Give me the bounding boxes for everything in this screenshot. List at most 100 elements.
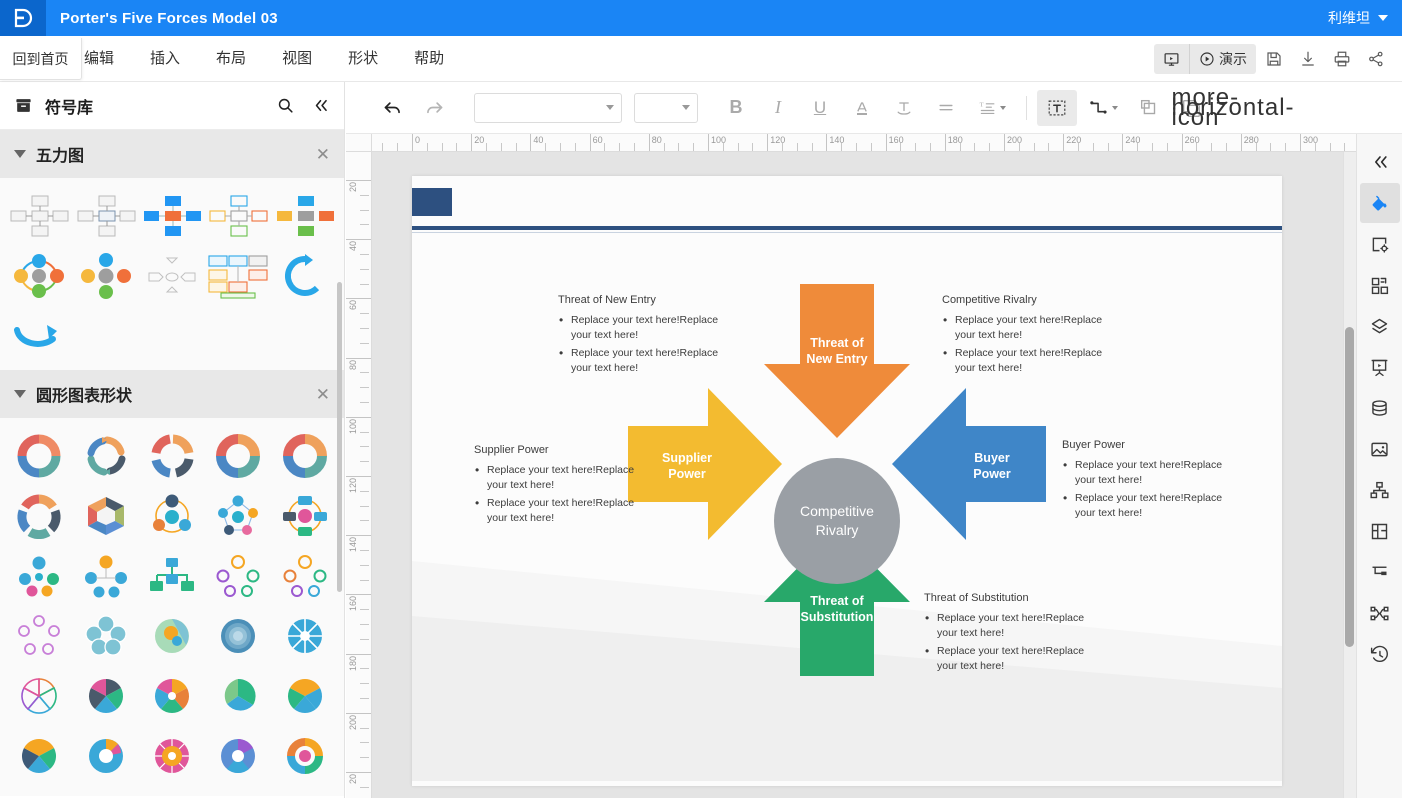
font-color-button[interactable] <box>842 90 882 126</box>
menu-item-insert[interactable]: 插入 <box>132 36 198 82</box>
library-scrollbar[interactable] <box>337 282 342 592</box>
bring-forward-button[interactable] <box>1129 90 1169 126</box>
vertical-ruler[interactable]: 20 40 60 80 100 120 140 160 180 200 20 <box>346 152 372 798</box>
text-block-buyer-power[interactable]: Buyer Power Replace your text here!Repla… <box>1062 439 1242 524</box>
collapse-library-button[interactable] <box>311 96 330 115</box>
shape-item[interactable] <box>272 486 338 546</box>
shape-item[interactable] <box>139 246 205 306</box>
shape-item[interactable] <box>72 726 138 786</box>
mindmap-panel-button[interactable] <box>1360 593 1400 633</box>
shape-item[interactable] <box>6 246 72 306</box>
shape-item[interactable] <box>205 486 271 546</box>
document-page[interactable]: Competitive Rivalry Threat of New Entry Su… <box>412 176 1282 786</box>
line-spacing-button[interactable]: T <box>968 90 1016 126</box>
collapse-right-panel-button[interactable] <box>1360 142 1400 182</box>
canvas-scrollbar-track[interactable] <box>1343 152 1356 798</box>
undo-button[interactable] <box>372 90 412 126</box>
library-group-header-five-forces[interactable]: 五力图 ✕ <box>0 130 344 178</box>
data-panel-button[interactable] <box>1360 388 1400 428</box>
shape-item[interactable] <box>139 546 205 606</box>
shape-item[interactable] <box>272 726 338 786</box>
shape-item[interactable] <box>72 606 138 666</box>
shape-item[interactable] <box>139 426 205 486</box>
shape-item[interactable] <box>272 426 338 486</box>
shape-item[interactable] <box>139 186 205 246</box>
shape-item[interactable] <box>6 306 72 366</box>
present-button[interactable]: 演示 <box>1189 44 1256 74</box>
menu-item-layout[interactable]: 布局 <box>198 36 264 82</box>
shape-item[interactable] <box>139 666 205 726</box>
connector-panel-button[interactable] <box>1360 552 1400 592</box>
align-button[interactable] <box>926 90 966 126</box>
horizontal-ruler[interactable]: 0 20 40 60 80 100 120 140 160 180 200 220 240 260 280 3… <box>372 134 1356 152</box>
user-menu[interactable]: 利维坦 <box>1328 0 1388 36</box>
app-logo[interactable] <box>0 0 46 36</box>
shape-item[interactable] <box>205 546 271 606</box>
shape-item[interactable] <box>72 426 138 486</box>
shape-item[interactable] <box>6 546 72 606</box>
shape-item[interactable] <box>205 726 271 786</box>
more-options-button[interactable]: more-horizontal-icon <box>1171 85 1293 129</box>
print-button[interactable] <box>1326 44 1358 74</box>
menu-item-view[interactable]: 视图 <box>264 36 330 82</box>
underline-button[interactable]: U <box>800 90 840 126</box>
shape-item[interactable] <box>205 246 271 306</box>
shape-item[interactable] <box>272 606 338 666</box>
shape-item[interactable] <box>139 606 205 666</box>
text-block-competitive-rivalry[interactable]: Competitive Rivalry Replace your text he… <box>942 294 1122 379</box>
italic-button[interactable]: I <box>758 90 798 126</box>
font-size-select[interactable] <box>634 92 698 123</box>
shape-settings-panel-button[interactable] <box>1360 224 1400 264</box>
shape-item[interactable] <box>6 666 72 726</box>
shape-item[interactable] <box>205 606 271 666</box>
close-icon[interactable]: ✕ <box>316 146 330 163</box>
text-block-threat-substitution[interactable]: Threat of Substitution Replace your text… <box>924 592 1104 677</box>
menu-item-help[interactable]: 帮助 <box>396 36 462 82</box>
canvas-background[interactable]: Competitive Rivalry Threat of New Entry Su… <box>372 152 1356 798</box>
shape-item[interactable] <box>272 666 338 726</box>
connector-button[interactable] <box>1079 90 1127 126</box>
redo-button[interactable] <box>414 90 454 126</box>
shape-item[interactable] <box>6 426 72 486</box>
text-box-button[interactable] <box>1037 89 1077 126</box>
canvas-scrollbar-thumb[interactable] <box>1345 327 1354 647</box>
floorplan-panel-button[interactable] <box>1360 511 1400 551</box>
text-block-supplier-power[interactable]: Supplier Power Replace your text here!Re… <box>474 444 646 529</box>
font-family-select[interactable] <box>474 92 622 123</box>
close-icon[interactable]: ✕ <box>316 386 330 403</box>
shape-item[interactable] <box>272 186 338 246</box>
center-circle[interactable]: Competitive Rivalry <box>774 458 900 584</box>
library-group-header-circular-charts[interactable]: 圆形图表形状 ✕ <box>0 370 344 418</box>
shape-item[interactable] <box>205 186 271 246</box>
shape-item[interactable] <box>139 486 205 546</box>
history-panel-button[interactable] <box>1360 634 1400 674</box>
org-chart-panel-button[interactable] <box>1360 470 1400 510</box>
fill-style-panel-button[interactable] <box>1359 183 1400 223</box>
layers-panel-button[interactable] <box>1360 306 1400 346</box>
shape-item[interactable] <box>72 666 138 726</box>
slideshow-button[interactable] <box>1154 44 1189 74</box>
shape-item[interactable] <box>72 546 138 606</box>
shape-item[interactable] <box>272 546 338 606</box>
share-button[interactable] <box>1360 44 1392 74</box>
components-panel-button[interactable] <box>1360 265 1400 305</box>
shape-item[interactable] <box>139 726 205 786</box>
shape-item[interactable] <box>6 486 72 546</box>
image-panel-button[interactable] <box>1360 429 1400 469</box>
search-button[interactable] <box>276 96 295 115</box>
shape-item[interactable] <box>6 606 72 666</box>
menu-item-shape[interactable]: 形状 <box>330 36 396 82</box>
text-block-threat-new-entry[interactable]: Threat of New Entry Replace your text he… <box>558 294 730 379</box>
shape-item[interactable] <box>205 666 271 726</box>
download-button[interactable] <box>1292 44 1324 74</box>
save-button[interactable] <box>1258 44 1290 74</box>
curved-text-button[interactable] <box>884 90 924 126</box>
shape-item[interactable] <box>72 246 138 306</box>
shape-item[interactable] <box>72 186 138 246</box>
bold-button[interactable]: B <box>716 90 756 126</box>
shape-item[interactable] <box>205 426 271 486</box>
back-to-home-tab[interactable]: 回到首页 <box>0 38 82 80</box>
presentation-panel-button[interactable] <box>1360 347 1400 387</box>
shape-item[interactable] <box>6 726 72 786</box>
shape-item[interactable] <box>6 186 72 246</box>
